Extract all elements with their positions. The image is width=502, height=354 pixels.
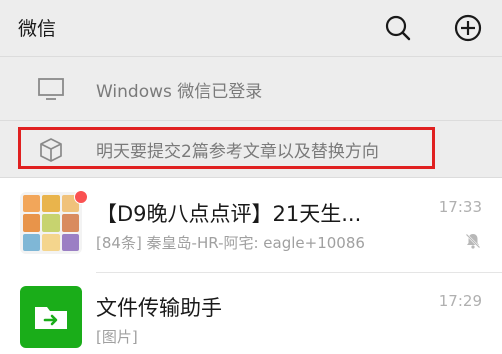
group-avatar [20, 192, 82, 254]
chat-list-item[interactable]: 文件传输助手 [图片] 17:29 [0, 274, 502, 354]
divider [96, 272, 502, 273]
windows-login-notice[interactable]: Windows 微信已登录 [0, 57, 502, 121]
app-title: 微信 [18, 18, 57, 40]
monitor-icon [38, 78, 64, 100]
notice-text: Windows 微信已登录 [96, 82, 263, 102]
file-transfer-avatar [20, 286, 82, 348]
chat-preview: [84条] 秦皇岛-HR-阿宅: eagle+10086 [96, 234, 365, 252]
chat-name: 【D9晚八点点评】21天生... [96, 202, 362, 226]
top-bar: 微信 [0, 0, 502, 57]
chat-list-item[interactable]: 【D9晚八点点评】21天生... [84条] 秦皇岛-HR-阿宅: eagle+… [0, 180, 502, 272]
plus-circle-icon[interactable] [452, 12, 484, 44]
chat-name: 文件传输助手 [96, 296, 222, 320]
chat-preview: [图片] [96, 328, 138, 346]
mute-bell-icon [465, 233, 481, 249]
red-highlight-annotation [18, 127, 435, 169]
unread-dot [74, 190, 88, 204]
search-icon[interactable] [382, 12, 414, 44]
chat-time: 17:29 [438, 292, 482, 310]
folder-arrow-icon [35, 307, 67, 329]
chat-time: 17:33 [438, 198, 482, 216]
